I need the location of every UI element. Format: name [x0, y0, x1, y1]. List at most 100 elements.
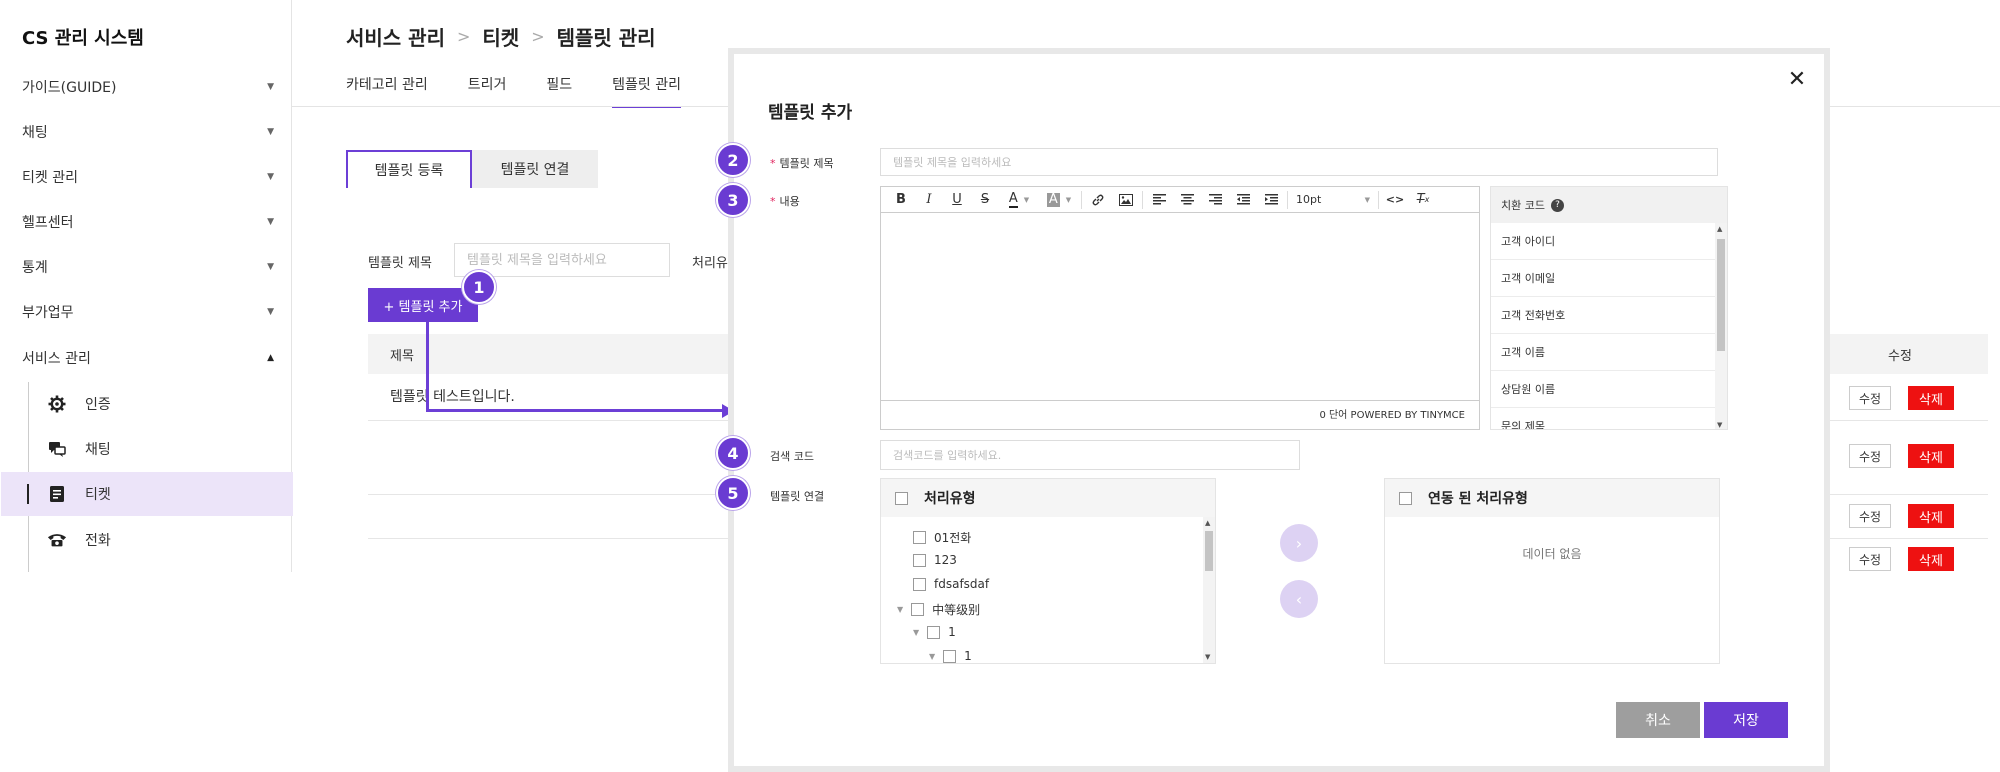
app-title: CS 관리 시스템: [22, 28, 144, 49]
strikethrough-icon[interactable]: S: [971, 189, 999, 211]
submenu-item-label: 채팅: [85, 442, 111, 458]
caret-down-icon: ▼: [267, 127, 274, 137]
code-item[interactable]: 고객 이메일: [1491, 260, 1727, 297]
sidebar-item-helpcenter[interactable]: 헬프센터 ▼: [22, 207, 274, 237]
underline-icon[interactable]: U: [943, 189, 971, 211]
add-template-button[interactable]: + 템플릿 추가: [368, 288, 478, 322]
text-color-icon[interactable]: A ▼: [999, 189, 1039, 211]
scrollbar[interactable]: ▲ ▼: [1715, 223, 1727, 429]
select-all-checkbox[interactable]: [895, 491, 908, 505]
step-badge-4: 4: [716, 436, 750, 470]
tree-item[interactable]: ▼ 1: [929, 649, 972, 663]
label-text: 내용: [779, 195, 800, 208]
align-left-icon[interactable]: [1145, 189, 1173, 211]
modal-title: 템플릿 추가: [768, 103, 853, 123]
toolbar-separator: [1378, 190, 1379, 209]
clear-format-icon[interactable]: Tx: [1409, 189, 1437, 211]
cancel-button[interactable]: 취소: [1616, 702, 1700, 738]
select-all-checkbox[interactable]: [1399, 491, 1412, 505]
background-color-icon[interactable]: A ▼: [1039, 189, 1079, 211]
delete-button[interactable]: 삭제: [1908, 547, 1954, 571]
help-icon[interactable]: ?: [1550, 198, 1564, 212]
link-icon[interactable]: [1084, 189, 1112, 211]
search-code-input[interactable]: [880, 440, 1300, 470]
align-center-icon[interactable]: [1173, 189, 1201, 211]
scroll-down-icon[interactable]: ▼: [1205, 653, 1210, 661]
edit-button[interactable]: 수정: [1849, 386, 1891, 410]
bold-icon[interactable]: B: [887, 189, 915, 211]
scrollbar-thumb[interactable]: [1717, 239, 1725, 351]
sidebar-item-guide[interactable]: 가이드(GUIDE) ▼: [22, 72, 274, 102]
tree-item[interactable]: 01전화: [913, 529, 971, 546]
code-item[interactable]: 문의 제목: [1491, 408, 1727, 429]
scroll-down-icon[interactable]: ▼: [1717, 421, 1722, 429]
filter-label-type: 처리유: [692, 256, 728, 271]
breadcrumb-item[interactable]: 티켓: [482, 22, 519, 51]
checkbox[interactable]: [913, 577, 926, 591]
save-button[interactable]: 저장: [1704, 702, 1788, 738]
outdent-icon[interactable]: [1229, 189, 1257, 211]
sidebar-item-label: 티켓 관리: [22, 170, 78, 186]
checkbox[interactable]: [913, 553, 926, 567]
tab-trigger[interactable]: 트리거: [468, 74, 507, 108]
delete-button[interactable]: 삭제: [1908, 386, 1954, 410]
sidebar-item-statistics[interactable]: 통계 ▼: [22, 252, 274, 282]
checkbox[interactable]: [927, 625, 941, 639]
sidebar-item-ticket-management[interactable]: 티켓 관리 ▼: [22, 162, 274, 192]
delete-button[interactable]: 삭제: [1908, 504, 1954, 528]
submenu-item-label: 인증: [85, 397, 111, 413]
align-right-icon[interactable]: [1201, 189, 1229, 211]
expand-icon[interactable]: ▼: [929, 652, 935, 661]
code-item[interactable]: 고객 아이디: [1491, 223, 1727, 260]
template-title-input[interactable]: [880, 148, 1718, 176]
checkbox[interactable]: [913, 531, 926, 544]
sidebar-item-extra-tasks[interactable]: 부가업무 ▼: [22, 297, 274, 327]
scrollbar[interactable]: ▲ ▼: [1203, 517, 1215, 663]
editor-content-area[interactable]: [881, 213, 1479, 401]
submenu-item-auth[interactable]: 인증: [29, 382, 293, 426]
substitution-code-panel: 치환 코드 ? 고객 아이디 고객 이메일 고객 전화번호 고객 이름 상담원 …: [1490, 186, 1728, 430]
submenu-item-phone[interactable]: 전화: [29, 518, 293, 562]
close-icon[interactable]: ✕: [1784, 66, 1810, 92]
checkbox[interactable]: [943, 649, 957, 663]
tab-field[interactable]: 필드: [546, 74, 572, 108]
delete-button[interactable]: 삭제: [1908, 444, 1954, 468]
tab-template-management[interactable]: 템플릿 관리: [612, 74, 681, 108]
image-icon[interactable]: [1112, 189, 1140, 211]
table-row-title[interactable]: 템플릿 테스트입니다.: [390, 386, 515, 406]
step-badge-1: 1: [462, 270, 496, 304]
tree-item[interactable]: ▼ 中等级别: [897, 601, 980, 618]
edit-button[interactable]: 수정: [1849, 444, 1891, 468]
edit-button[interactable]: 수정: [1849, 547, 1891, 571]
scroll-up-icon[interactable]: ▲: [1717, 225, 1722, 233]
sidebar-item-chat[interactable]: 채팅 ▼: [22, 117, 274, 147]
indent-icon[interactable]: [1257, 189, 1285, 211]
tree-item-label: 123: [934, 553, 957, 567]
sidebar-item-service-management[interactable]: 서비스 관리 ▲: [22, 343, 274, 373]
code-item[interactable]: 상담원 이름: [1491, 371, 1727, 408]
tree-item[interactable]: 123: [913, 553, 957, 567]
submenu-item-chat[interactable]: 채팅: [29, 427, 293, 471]
expand-icon[interactable]: ▼: [897, 605, 903, 614]
scroll-up-icon[interactable]: ▲: [1205, 519, 1210, 527]
tree-item[interactable]: ▼ 1: [913, 625, 956, 639]
tab-category[interactable]: 카테고리 관리: [346, 74, 428, 108]
code-item[interactable]: 고객 이름: [1491, 334, 1727, 371]
expand-icon[interactable]: ▼: [913, 628, 919, 637]
code-item[interactable]: 고객 전화번호: [1491, 297, 1727, 334]
italic-icon[interactable]: I: [915, 189, 943, 211]
subtab-template-register[interactable]: 템플릿 등록: [346, 150, 472, 188]
edit-button[interactable]: 수정: [1849, 504, 1891, 528]
editor-toolbar: B I U S A ▼ A ▼ 10pt ▼ <> Tx: [881, 187, 1479, 213]
subtab-template-link[interactable]: 템플릿 연결: [472, 150, 598, 188]
source-code-icon[interactable]: <>: [1381, 189, 1409, 211]
move-left-button[interactable]: ‹: [1280, 580, 1318, 618]
submenu-item-ticket[interactable]: 티켓: [1, 472, 293, 516]
scrollbar-thumb[interactable]: [1205, 531, 1213, 571]
font-size-select[interactable]: 10pt ▼: [1290, 189, 1376, 211]
tree-item[interactable]: fdsafsdaf: [913, 577, 989, 591]
breadcrumb-item[interactable]: 서비스 관리: [346, 22, 445, 51]
breadcrumb-item-current: 템플릿 관리: [556, 26, 656, 50]
move-right-button[interactable]: ›: [1280, 524, 1318, 562]
checkbox[interactable]: [911, 603, 925, 616]
